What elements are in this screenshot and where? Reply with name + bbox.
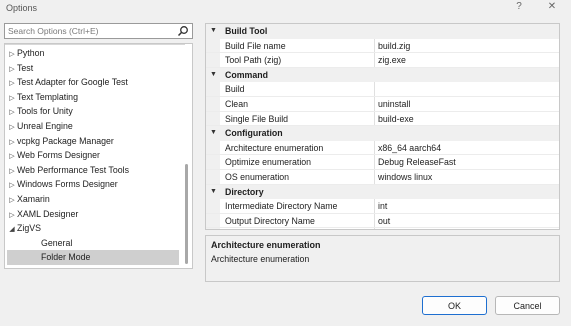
close-icon[interactable]: ✕ <box>541 0 563 14</box>
tree-item-label: Folder Mode <box>41 252 91 263</box>
help-icon[interactable]: ? <box>508 0 530 14</box>
property-name: Build File name <box>225 40 286 51</box>
property-row[interactable]: Build File name build.zig <box>206 39 559 54</box>
property-value[interactable]: int <box>378 199 387 214</box>
tree-item-xaml-designer[interactable]: ▷ XAML Designer <box>7 207 179 222</box>
category-label: Configuration <box>225 128 283 139</box>
tree-item-label: XAML Designer <box>17 208 79 219</box>
tree-scroll-top <box>5 44 185 45</box>
property-value[interactable]: x86_64 aarch64 <box>378 141 441 156</box>
tree-item-vcpkg-package-manager[interactable]: ▷ vcpkg Package Manager <box>7 134 179 149</box>
tree-item-python[interactable]: ▷ Python <box>7 46 179 61</box>
property-name: Build <box>225 84 245 95</box>
options-tree[interactable]: ▷ Python ▷ Test ▷ Test Adapter for Google Tes… <box>4 43 193 269</box>
property-row[interactable]: OS enumeration windows linux <box>206 170 559 185</box>
property-row[interactable]: Intermediate Directory Name int <box>206 199 559 214</box>
tree-scrollbar[interactable] <box>185 164 188 264</box>
tree-item-general[interactable]: General <box>7 236 179 251</box>
property-value[interactable]: out <box>378 214 390 229</box>
tree-item-label: Python <box>17 48 45 58</box>
property-name: Clean <box>225 99 248 109</box>
search-input[interactable] <box>5 24 175 38</box>
tree-item-xamarin[interactable]: ▷ Xamarin <box>7 192 179 207</box>
tree-item-label: Web Performance Test Tools <box>17 164 129 175</box>
property-name: OS enumeration <box>225 172 290 182</box>
tree-item-label: Project Mode <box>41 267 93 268</box>
tree-item-label: Web Forms Designer <box>17 150 100 161</box>
tree-item-label: Xamarin <box>17 194 50 204</box>
collapse-caret-icon[interactable]: ▼ <box>210 185 217 200</box>
tree-item-label: Unreal Engine <box>17 121 73 131</box>
tree-item-label: Test Adapter for Google Test <box>17 77 128 88</box>
tree-item-label: Windows Forms Designer <box>17 179 118 190</box>
category-row[interactable]: ▼ Command <box>206 67 559 83</box>
property-row[interactable]: Single File Build build-exe <box>206 112 559 127</box>
category-row[interactable]: ▼ Directory <box>206 184 559 200</box>
property-name: Optimize enumeration <box>225 157 312 168</box>
search-box[interactable] <box>4 23 193 39</box>
title-bar: Options ? ✕ <box>0 0 571 16</box>
tree-item-text-templating[interactable]: ▷ Text Templating <box>7 90 179 105</box>
property-value[interactable]: zig.exe <box>378 53 406 68</box>
property-row[interactable]: Optimize enumeration Debug ReleaseFast <box>206 155 559 170</box>
tree-item-label: Text Templating <box>17 91 78 102</box>
property-value[interactable]: uninstall <box>378 97 410 112</box>
tree-item-label: Test <box>17 62 34 73</box>
tree-item-unreal-engine[interactable]: ▷ Unreal Engine <box>7 119 179 134</box>
collapse-caret-icon[interactable]: ▼ <box>210 24 217 39</box>
tree-item-folder-mode[interactable]: Folder Mode <box>7 250 179 265</box>
property-name: Output Directory Name <box>225 215 315 226</box>
search-icon[interactable] <box>177 25 189 37</box>
category-row[interactable]: ▼ Build Tool <box>206 24 559 39</box>
property-row[interactable]: Build <box>206 82 559 97</box>
tree-item-web-forms-designer[interactable]: ▷ Web Forms Designer <box>7 148 179 163</box>
property-row[interactable]: Tool Path (zig) zig.exe <box>206 53 559 68</box>
property-value[interactable]: build-exe <box>378 112 414 127</box>
description-panel: Architecture enumeration Architecture en… <box>205 235 560 282</box>
collapse-caret-icon[interactable]: ▼ <box>210 68 217 83</box>
category-label: Directory <box>225 186 264 197</box>
tree-item-test[interactable]: ▷ Test <box>7 61 179 76</box>
property-grid[interactable]: ▼ Build Tool Build File name build.zig Tool … <box>205 23 560 230</box>
collapse-caret-icon[interactable]: ▼ <box>210 126 217 141</box>
property-row[interactable]: Clean uninstall <box>206 97 559 112</box>
property-name: Architecture enumeration <box>225 142 324 153</box>
property-value[interactable]: Debug ReleaseFast <box>378 155 456 170</box>
category-label: Build Tool <box>225 26 268 36</box>
tree-item-test-adapter-for-google-test[interactable]: ▷ Test Adapter for Google Test <box>7 75 179 90</box>
tree-item-zigvs[interactable]: ◢ ZigVS <box>7 221 179 236</box>
property-name: Intermediate Directory Name <box>225 201 338 212</box>
tree-item-windows-forms-designer[interactable]: ▷ Windows Forms Designer <box>7 177 179 192</box>
tree-item-label: vcpkg Package Manager <box>17 135 114 146</box>
property-value[interactable]: build.zig <box>378 39 410 54</box>
tree-item-label: General <box>41 237 73 248</box>
window-title: Options <box>6 3 38 13</box>
property-name: Tool Path (zig) <box>225 55 282 66</box>
description-text: Architecture enumeration <box>211 254 310 264</box>
property-name: Single File Build <box>225 113 289 124</box>
tree-item-tools-for-unity[interactable]: ▷ Tools for Unity <box>7 104 179 119</box>
description-title: Architecture enumeration <box>211 240 321 250</box>
property-row[interactable]: Architecture enumeration x86_64 aarch64 <box>206 141 559 156</box>
category-label: Command <box>225 69 269 80</box>
property-row[interactable]: Output Directory Name out <box>206 214 559 229</box>
tree-item-label: Tools for Unity <box>17 106 73 117</box>
category-row[interactable]: ▼ Configuration <box>206 126 559 141</box>
tree-item-web-performance-test-tools[interactable]: ▷ Web Performance Test Tools <box>7 163 179 178</box>
ok-button[interactable]: OK <box>422 296 487 315</box>
tree-item-label: ZigVS <box>17 223 41 234</box>
property-value[interactable]: windows linux <box>378 170 432 185</box>
cancel-button[interactable]: Cancel <box>495 296 560 315</box>
tree-item-project-mode[interactable]: Project Mode <box>7 265 179 268</box>
